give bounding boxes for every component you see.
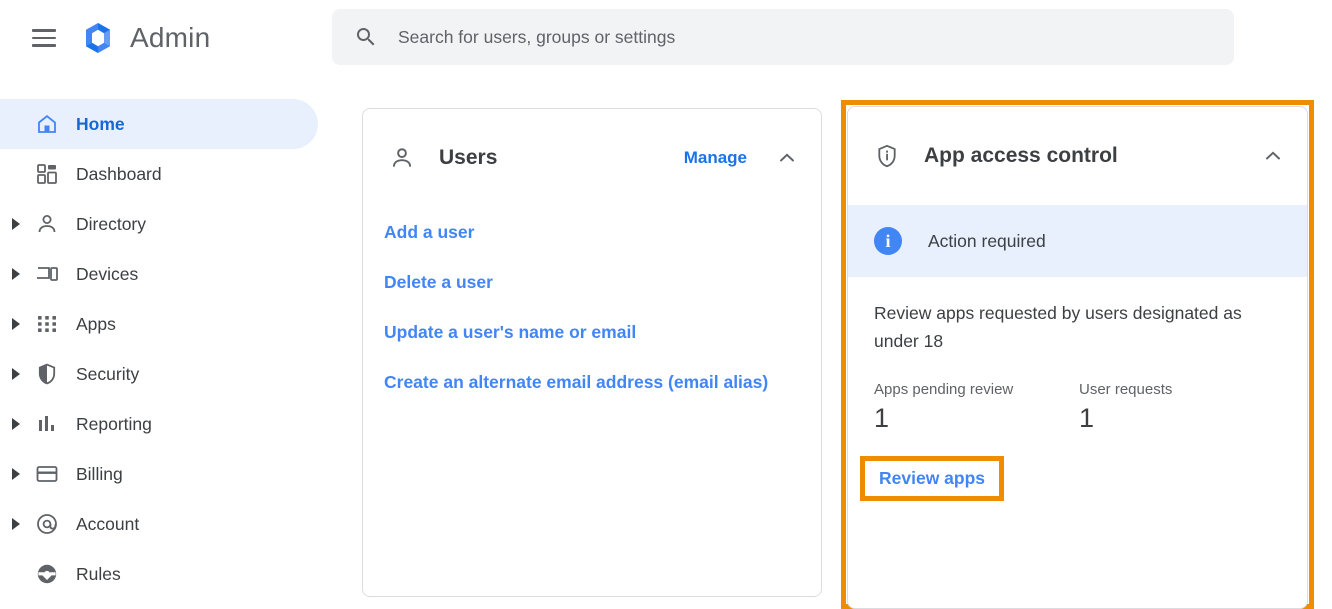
app-access-metrics: Apps pending review 1 User requests 1 (848, 355, 1307, 434)
chevron-right-icon[interactable] (10, 267, 24, 281)
hamburger-line (32, 44, 56, 47)
credit-card-icon (34, 461, 60, 487)
review-apps-label: Review apps (879, 468, 985, 488)
sidebar-item-reporting[interactable]: Reporting (0, 399, 318, 449)
sidebar-item-label: Account (76, 514, 139, 535)
dashboard-icon (34, 161, 60, 187)
sidebar-item-label: Home (76, 114, 125, 135)
sidebar-item-label: Dashboard (76, 164, 162, 185)
page-title: Admin (130, 22, 210, 54)
devices-icon (34, 261, 60, 287)
brand[interactable]: Admin (80, 20, 210, 56)
sidebar-item-label: Billing (76, 464, 123, 485)
review-apps-wrapper: Review apps (848, 434, 1307, 501)
steering-wheel-icon (34, 561, 60, 587)
create-email-alias-link[interactable]: Create an alternate email address (email… (384, 357, 821, 407)
add-a-user-link[interactable]: Add a user (384, 207, 821, 257)
chevron-right-icon[interactable] (10, 517, 24, 531)
hamburger-menu-icon[interactable] (20, 14, 68, 62)
review-apps-button[interactable]: Review apps (860, 456, 1004, 501)
metric-apps-pending-review: Apps pending review 1 (874, 381, 1079, 434)
at-sign-icon (34, 511, 60, 537)
users-card-header: Users Manage (363, 109, 821, 207)
sidebar-item-directory[interactable]: Directory (0, 199, 318, 249)
sidebar-item-label: Rules (76, 564, 121, 585)
hamburger-line (32, 29, 56, 32)
shield-icon (34, 361, 60, 387)
sidebar-item-apps[interactable]: Apps (0, 299, 318, 349)
chevron-right-icon[interactable] (10, 217, 24, 231)
sidebar-item-rules[interactable]: Rules (0, 549, 318, 599)
sidebar-item-label: Security (76, 364, 139, 385)
chevron-up-icon[interactable] (1261, 144, 1285, 168)
chevron-right-icon[interactable] (10, 467, 24, 481)
metric-user-requests: User requests 1 (1079, 381, 1284, 434)
bar-chart-icon (34, 411, 60, 437)
metric-label: Apps pending review (874, 381, 1079, 398)
sidebar-navigation: Home Dashboard Directory Devices (0, 96, 330, 609)
info-icon: i (874, 227, 902, 255)
metric-label: User requests (1079, 381, 1284, 398)
chevron-right-icon[interactable] (10, 367, 24, 381)
apps-grid-icon (34, 311, 60, 337)
google-admin-logo-icon (80, 20, 116, 56)
sidebar-item-dashboard[interactable]: Dashboard (0, 149, 318, 199)
update-user-name-or-email-link[interactable]: Update a user's name or email (384, 307, 821, 357)
users-card: Users Manage Add a user Delete a user Up… (362, 108, 822, 597)
users-card-title: Users (439, 146, 684, 170)
chevron-right-icon[interactable] (10, 417, 24, 431)
app-access-control-title: App access control (924, 144, 1261, 168)
sidebar-item-devices[interactable]: Devices (0, 249, 318, 299)
sidebar-item-label: Apps (76, 314, 116, 335)
shield-info-icon (874, 143, 900, 169)
sidebar-item-security[interactable]: Security (0, 349, 318, 399)
app-access-description: Review apps requested by users designate… (848, 277, 1307, 355)
search-input[interactable] (398, 27, 1178, 48)
hamburger-line (32, 37, 56, 40)
person-icon (389, 145, 415, 171)
app-access-control-card: App access control i Action required Rev… (847, 106, 1308, 609)
chevron-up-icon[interactable] (775, 146, 799, 170)
sidebar-item-label: Reporting (76, 414, 152, 435)
sidebar-item-account[interactable]: Account (0, 499, 318, 549)
home-icon (34, 111, 60, 137)
delete-a-user-link[interactable]: Delete a user (384, 257, 821, 307)
manage-link[interactable]: Manage (684, 148, 747, 168)
top-bar: Admin (0, 0, 1332, 76)
search-bar[interactable] (332, 9, 1234, 65)
chevron-right-icon[interactable] (10, 317, 24, 331)
users-card-links: Add a user Delete a user Update a user's… (363, 207, 821, 407)
action-required-banner: i Action required (848, 205, 1307, 277)
sidebar-item-label: Directory (76, 214, 146, 235)
admin-console-page: Admin Home Dashboard (0, 0, 1332, 609)
person-icon (34, 211, 60, 237)
metric-value: 1 (1079, 402, 1284, 434)
metric-value: 1 (874, 402, 1079, 434)
action-required-label: Action required (928, 231, 1046, 252)
search-icon (354, 25, 378, 49)
sidebar-item-billing[interactable]: Billing (0, 449, 318, 499)
sidebar-item-label: Devices (76, 264, 138, 285)
sidebar-item-home[interactable]: Home (0, 99, 318, 149)
app-access-control-header: App access control (848, 107, 1307, 205)
